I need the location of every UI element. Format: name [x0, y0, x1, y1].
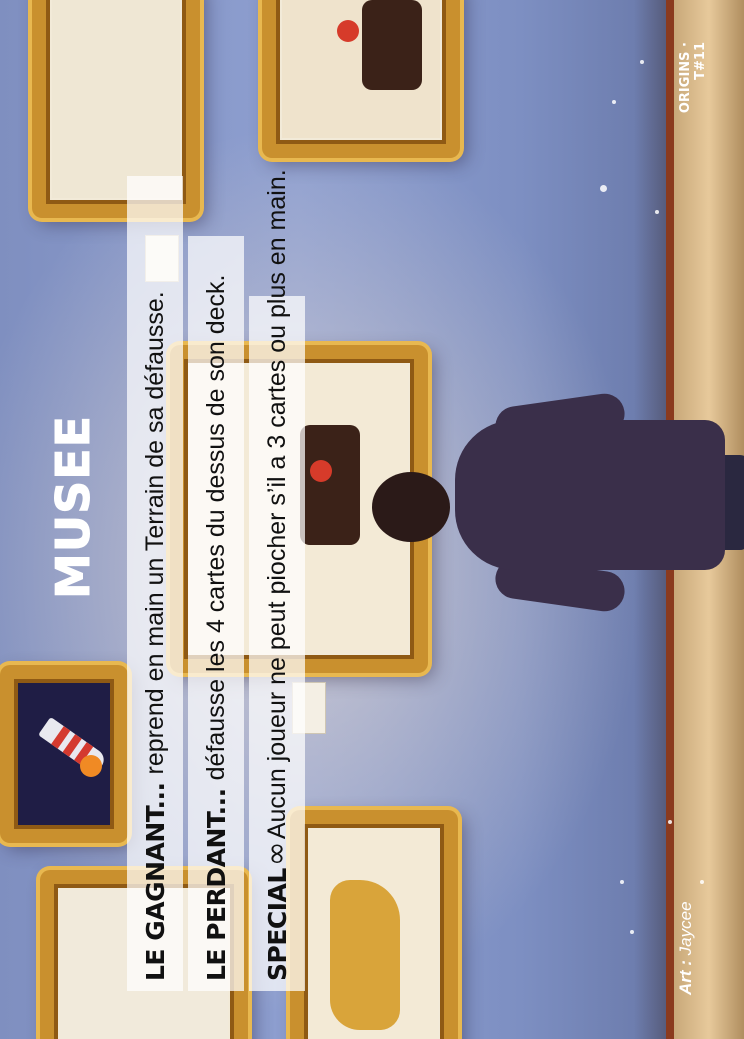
infinity-icon: ∞	[259, 841, 294, 867]
loser-ability: LE PERDANT... défausse les 4 cartes du d…	[188, 236, 244, 991]
special-ability: SPECIAL ∞ Aucun joueur ne peut piocher s…	[249, 169, 305, 991]
art-credit-prefix: Art :	[676, 960, 695, 995]
winner-ability: LE GAGNANT... reprend en main un Terrain…	[127, 176, 183, 991]
art-credit-name: Jaycee	[676, 901, 695, 956]
special-text: Aucun joueur ne peut piocher s’il a 3 ca…	[262, 169, 291, 840]
edition-code: ORIGINS · T#11	[678, 42, 708, 114]
winner-label: LE GAGNANT...	[140, 782, 170, 981]
loser-label: LE PERDANT...	[201, 788, 231, 981]
card-title: MUSEE	[46, 414, 101, 599]
special-label: SPECIAL	[262, 868, 292, 981]
card-text-layer: MUSEE LE GAGNANT... reprend en main un T…	[0, 0, 744, 1039]
winner-text: reprend en main un Terrain de sa défauss…	[140, 291, 169, 775]
art-credit: Art : Jaycee	[676, 901, 696, 995]
loser-text: défausse les 4 cartes du dessus de son d…	[201, 274, 230, 781]
